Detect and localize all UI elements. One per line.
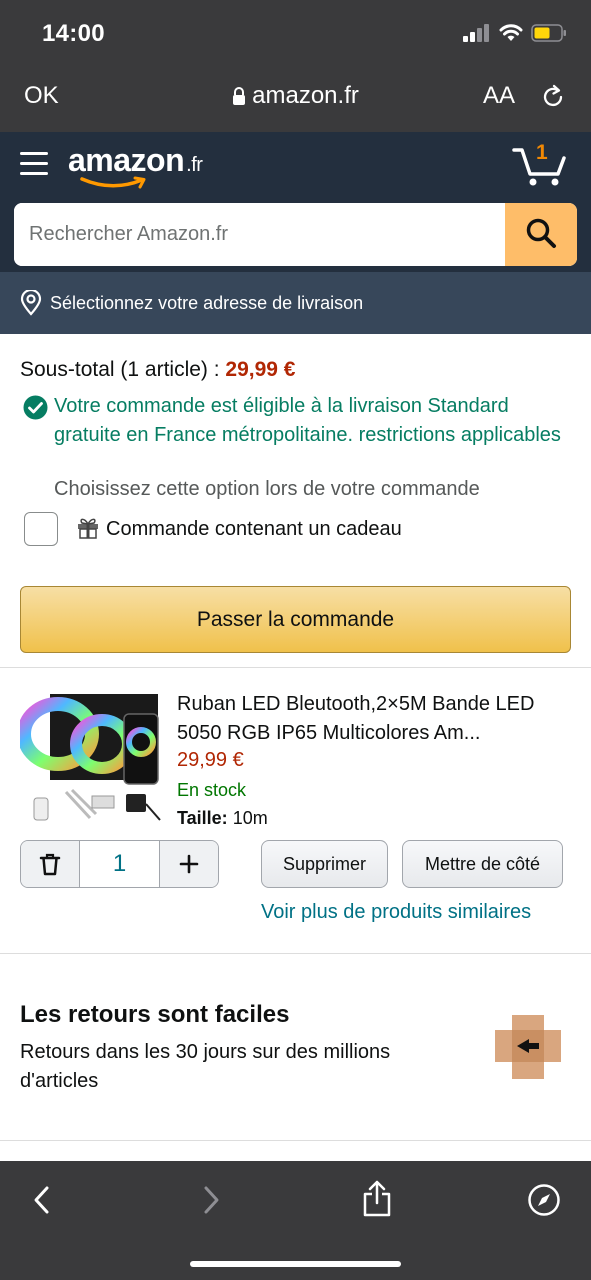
share-icon[interactable]	[362, 1179, 392, 1222]
logo-smile-icon	[80, 176, 146, 189]
search-input[interactable]	[14, 203, 505, 266]
product-title[interactable]: Ruban LED Bleutooth,2×5M Bande LED 5050 …	[177, 690, 572, 748]
search-icon	[526, 218, 556, 248]
divider	[0, 1140, 591, 1141]
subtotal-label: Sous-total (1 article) :	[20, 358, 226, 381]
delete-quantity-button[interactable]	[21, 841, 79, 887]
subtotal-price: 29,99 €	[225, 358, 296, 381]
compass-icon[interactable]	[527, 1183, 561, 1222]
back-icon[interactable]	[32, 1185, 52, 1220]
forward-icon[interactable]	[201, 1185, 221, 1220]
increase-quantity-button[interactable]	[160, 841, 218, 887]
delete-button[interactable]: Supprimer	[261, 840, 388, 888]
text-size-button[interactable]: AA	[483, 82, 515, 110]
returns-description: Retours dans les 30 jours sur des millio…	[20, 1041, 391, 1092]
browser-bar: OK amazon.fr AA	[0, 62, 591, 132]
quantity-value[interactable]: 1	[79, 841, 160, 887]
free-shipping-text[interactable]: Votre commande est éligible à la livrais…	[20, 392, 575, 449]
check-circle-icon	[23, 395, 48, 429]
logo-tld: .fr	[186, 154, 203, 176]
gift-checkbox[interactable]	[24, 512, 58, 546]
similar-products-link[interactable]: Voir plus de produits similaires	[261, 901, 531, 924]
battery-icon	[531, 24, 567, 47]
search-button[interactable]	[505, 203, 577, 266]
shipping-option-note: Choisissez cette option lors de votre co…	[54, 478, 480, 500]
logo-text: amazon	[68, 142, 185, 178]
divider	[0, 667, 591, 668]
gift-option-label[interactable]: Commande contenant un cadeau	[106, 518, 402, 541]
status-time: 14:00	[42, 20, 105, 47]
home-indicator[interactable]	[190, 1261, 401, 1267]
free-shipping-notice: Votre commande est éligible à la livrais…	[20, 392, 575, 449]
size-value: 10m	[232, 808, 268, 828]
stock-status: En stock	[177, 780, 247, 800]
delivery-address-bar[interactable]: Sélectionnez votre adresse de livraison	[0, 272, 591, 334]
product-image[interactable]	[17, 692, 164, 832]
status-icons	[463, 24, 567, 47]
wifi-icon	[499, 24, 523, 47]
reload-icon[interactable]	[540, 84, 566, 115]
gift-icon	[76, 515, 100, 544]
url-text: amazon.fr	[252, 82, 359, 109]
product-size: Taille: 10m	[177, 808, 268, 829]
divider	[0, 953, 591, 954]
amazon-logo[interactable]: amazon .fr	[68, 142, 203, 179]
status-bar: 14:00	[0, 0, 591, 62]
quantity-stepper: 1	[20, 840, 219, 888]
trash-icon	[39, 853, 61, 876]
returns-title: Les retours sont faciles	[20, 1001, 290, 1028]
subtotal: Sous-total (1 article) : 29,99 €	[20, 358, 295, 382]
signal-icon	[463, 24, 491, 47]
location-pin-icon	[20, 288, 42, 321]
return-box-icon	[495, 1013, 561, 1086]
lock-icon	[232, 84, 246, 112]
search-bar	[14, 203, 577, 266]
delivery-address-text: Sélectionnez votre adresse de livraison	[50, 293, 364, 313]
menu-icon[interactable]	[20, 152, 48, 176]
gift-option-row: Commande contenant un cadeau	[24, 511, 402, 547]
site-header: amazon .fr 1	[0, 132, 591, 272]
save-for-later-button[interactable]: Mettre de côté	[402, 840, 563, 888]
product-price: 29,99 €	[177, 749, 244, 771]
cart-count-badge: 1	[536, 141, 548, 164]
size-label: Taille:	[177, 808, 228, 828]
checkout-button[interactable]: Passer la commande	[20, 586, 571, 653]
plus-icon	[179, 854, 199, 874]
